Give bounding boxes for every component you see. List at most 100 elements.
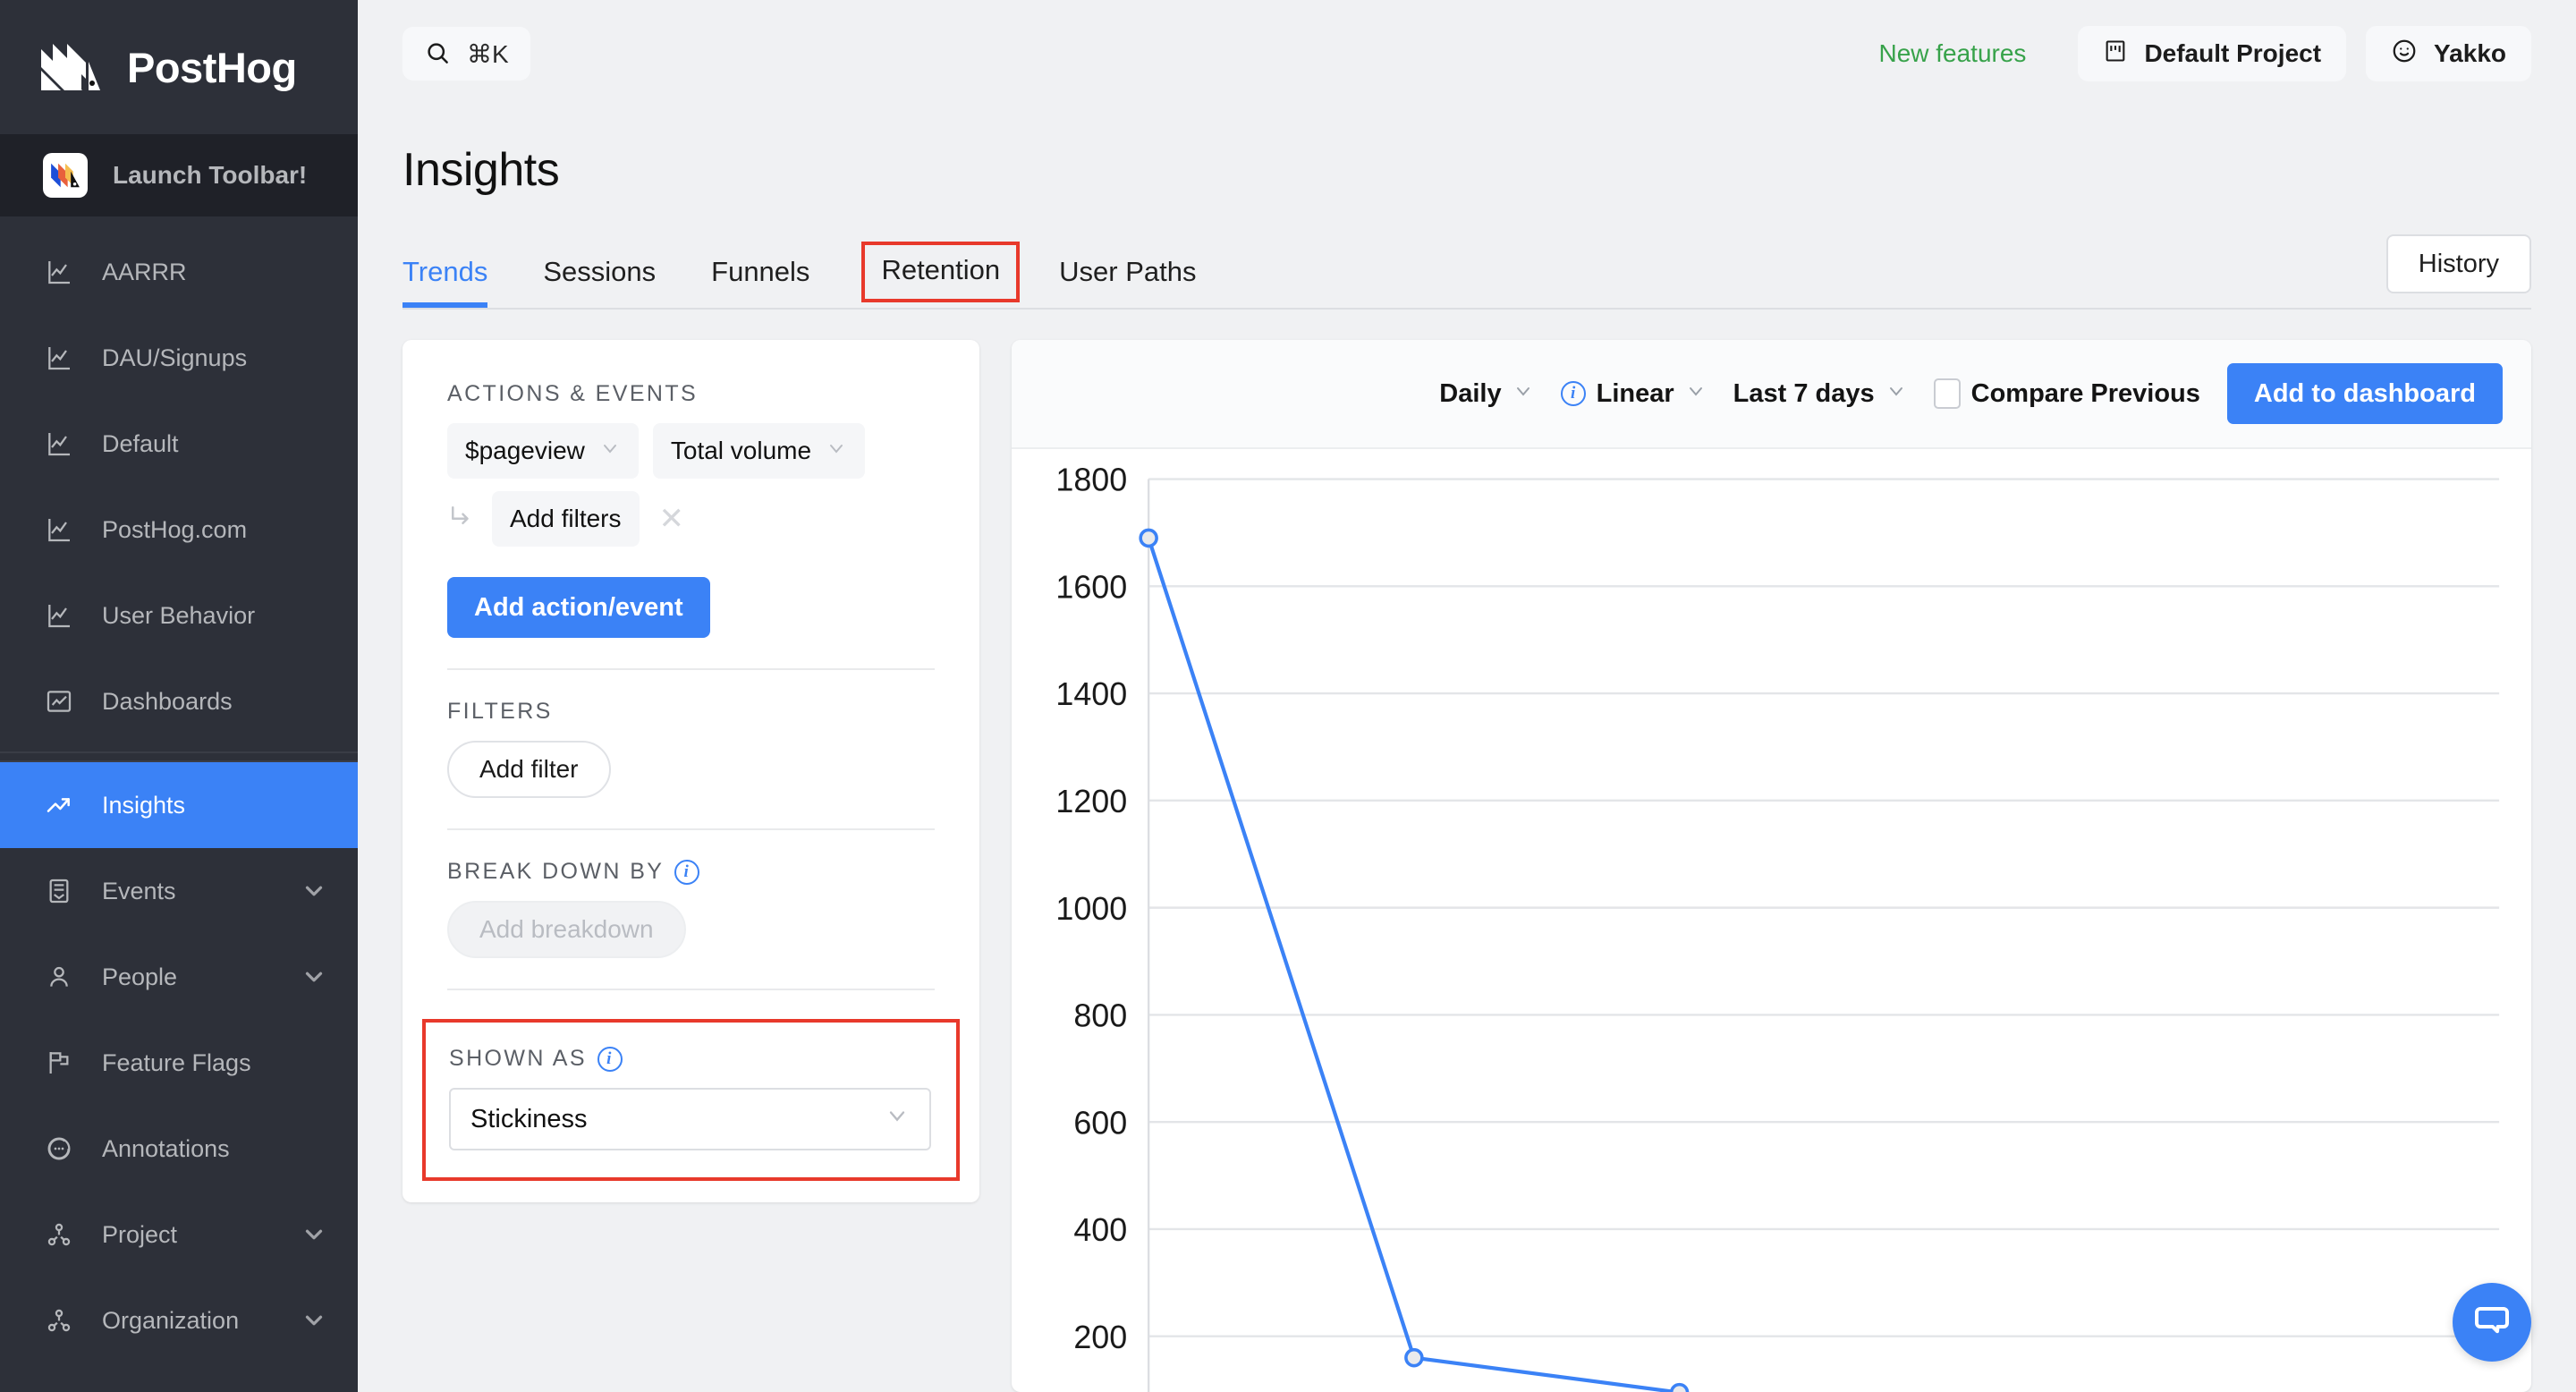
- search-shortcut-label: ⌘K: [467, 39, 509, 68]
- info-circle-icon[interactable]: i: [1560, 381, 1586, 406]
- line-chart-icon: [43, 256, 75, 288]
- search-button[interactable]: ⌘K: [402, 27, 530, 81]
- y-axis-tick-label: 200: [1073, 1319, 1127, 1355]
- page-title: Insights: [402, 144, 560, 196]
- tab-user-paths[interactable]: User Paths: [1059, 247, 1196, 308]
- chevron-down-icon: [1885, 380, 1907, 408]
- info-circle-icon[interactable]: i: [597, 1046, 623, 1072]
- scale-selector[interactable]: i Linear: [1560, 378, 1707, 409]
- event-chip-row: $pageview Total volume: [447, 423, 935, 479]
- person-icon: [43, 961, 75, 993]
- add-action-event-button[interactable]: Add action/event: [447, 577, 710, 638]
- tab-funnels[interactable]: Funnels: [711, 247, 809, 308]
- sidebar-item-insights[interactable]: Insights: [0, 762, 358, 848]
- breakdown-label: BREAK DOWN BY i: [447, 859, 935, 885]
- sidebar-item-label: Organization: [102, 1306, 240, 1334]
- sidebar-item-label: Events: [102, 877, 176, 904]
- sidebar-item-label: AARRR: [102, 258, 187, 285]
- sidebar-item-aarrr[interactable]: AARRR: [0, 229, 358, 315]
- new-features-link[interactable]: New features: [1878, 39, 2026, 68]
- line-chart-icon: [43, 428, 75, 460]
- chart-data-point[interactable]: [1139, 528, 1158, 548]
- tab-sessions[interactable]: Sessions: [543, 247, 656, 308]
- interval-selector[interactable]: Daily: [1439, 379, 1533, 409]
- chevron-down-icon[interactable]: [301, 1307, 327, 1334]
- shown-as-label-text: SHOWN AS: [449, 1046, 587, 1071]
- sidebar-item-label: User Behavior: [102, 601, 256, 629]
- shown-as-section: SHOWN AS i Stickiness: [422, 1019, 960, 1181]
- posthog-toolbar-icon: [43, 153, 88, 198]
- add-to-dashboard-button[interactable]: Add to dashboard: [2226, 363, 2503, 424]
- chart-data-point[interactable]: [1669, 1382, 1690, 1392]
- chevron-down-icon[interactable]: [301, 878, 327, 904]
- chat-widget-button[interactable]: [2453, 1283, 2531, 1362]
- event-select-chip[interactable]: $pageview: [447, 423, 639, 479]
- tabs-list: Trends Sessions Funnels Retention User P…: [402, 242, 1252, 308]
- sidebar-item-feature-flags[interactable]: Feature Flags: [0, 1020, 358, 1106]
- close-x-icon[interactable]: ✕: [654, 504, 691, 534]
- y-axis-tick-label: 600: [1073, 1104, 1127, 1141]
- chart-toolbar: Daily i Linear Last 7 days Compare Previ…: [1012, 340, 2531, 449]
- add-breakdown-button[interactable]: Add breakdown: [447, 901, 686, 958]
- top-bar: ⌘K New features Default Project Yakko: [358, 0, 2576, 107]
- date-range-selector[interactable]: Last 7 days: [1733, 379, 1907, 409]
- sidebar-item-default[interactable]: Default: [0, 401, 358, 487]
- history-button[interactable]: History: [2385, 234, 2531, 293]
- sidebar-item-label: PostHog.com: [102, 515, 248, 543]
- chevron-down-icon: [826, 437, 847, 465]
- y-axis-tick-label: 800: [1073, 997, 1127, 1034]
- chevron-down-icon: [1685, 380, 1707, 408]
- chevron-down-icon[interactable]: [301, 963, 327, 990]
- chart-data-point[interactable]: [1404, 1347, 1424, 1368]
- nodes-icon: [43, 1218, 75, 1251]
- sidebar-item-label: People: [102, 963, 178, 990]
- nodes-icon: [43, 1304, 75, 1337]
- sidebar-item-annotations[interactable]: Annotations: [0, 1106, 358, 1192]
- trending-up-icon: [43, 789, 75, 821]
- panel-divider: [447, 989, 935, 990]
- sidebar-item-project[interactable]: Project: [0, 1192, 358, 1277]
- date-range-label: Last 7 days: [1733, 378, 1875, 408]
- shown-as-select[interactable]: Stickiness: [449, 1088, 931, 1150]
- search-icon: [424, 39, 451, 69]
- compare-previous-checkbox[interactable]: [1933, 378, 1961, 409]
- sidebar-item-organization[interactable]: Organization: [0, 1277, 358, 1363]
- chart-line-series: [1147, 537, 1680, 1392]
- page-header: Insights: [358, 107, 2576, 197]
- project-label: Default Project: [2144, 39, 2322, 67]
- sidebar-item-label: Insights: [102, 791, 186, 819]
- sidebar-item-dau-signups[interactable]: DAU/Signups: [0, 315, 358, 401]
- math-select-chip[interactable]: Total volume: [652, 423, 866, 479]
- filters-label: FILTERS: [447, 699, 553, 724]
- scale-label: Linear: [1596, 378, 1674, 408]
- y-axis-tick-label: 1200: [1055, 783, 1127, 819]
- nested-arrow-icon: [447, 502, 478, 536]
- tab-trends[interactable]: Trends: [402, 247, 488, 308]
- main-area: ⌘K New features Default Project Yakko In…: [358, 0, 2576, 1392]
- chevron-down-icon: [599, 437, 621, 465]
- sidebar-item-events[interactable]: Events: [0, 848, 358, 934]
- brand-header[interactable]: PostHog: [0, 0, 358, 134]
- compare-previous-toggle[interactable]: Compare Previous: [1933, 378, 2200, 409]
- line-chart-icon: [43, 599, 75, 632]
- insight-content: ACTIONS & EVENTS $pageview Total volume: [358, 310, 2576, 1392]
- project-switcher-button[interactable]: Default Project: [2078, 26, 2347, 81]
- stickiness-line-chart[interactable]: 200 400 600 800 1000 1200 1400 1600 1800: [1012, 449, 2531, 1392]
- tab-retention[interactable]: Retention: [861, 242, 1021, 302]
- line-chart-icon: [43, 342, 75, 374]
- info-circle-icon[interactable]: i: [674, 859, 700, 885]
- chevron-down-icon[interactable]: [301, 1221, 327, 1248]
- sidebar-item-posthog-com[interactable]: PostHog.com: [0, 487, 358, 573]
- add-filter-button[interactable]: Add filter: [447, 741, 611, 798]
- user-menu-button[interactable]: Yakko: [2366, 26, 2531, 81]
- comment-icon: [43, 1133, 75, 1165]
- sidebar-item-dashboards[interactable]: Dashboards: [0, 658, 358, 744]
- launch-toolbar-banner[interactable]: Launch Toolbar!: [0, 134, 358, 216]
- add-filters-button[interactable]: Add filters: [492, 491, 640, 547]
- sidebar-item-user-behavior[interactable]: User Behavior: [0, 573, 358, 658]
- sidebar-item-label: Project: [102, 1220, 178, 1248]
- posthog-hedgehog-logo: [41, 44, 100, 90]
- sidebar-item-label: DAU/Signups: [102, 344, 248, 371]
- sidebar-item-people[interactable]: People: [0, 934, 358, 1020]
- panel-divider: [447, 668, 935, 670]
